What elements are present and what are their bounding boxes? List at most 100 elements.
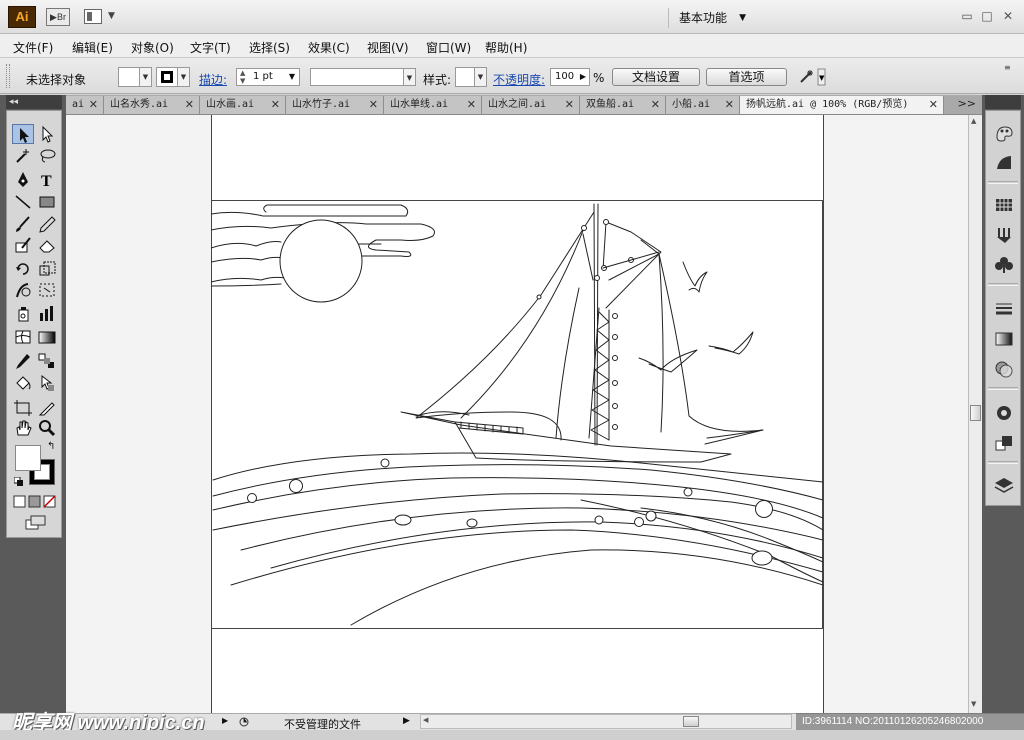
gradient-icon[interactable]: [993, 329, 1015, 349]
eyedropper-tool[interactable]: [12, 351, 34, 371]
menu-object[interactable]: 对象(O): [131, 39, 174, 56]
brush-definition-dropdown[interactable]: ▼: [404, 68, 416, 86]
close-tab-icon[interactable]: ✕: [725, 96, 734, 114]
close-tab-icon[interactable]: ✕: [185, 96, 194, 114]
swatches-icon[interactable]: [993, 195, 1015, 215]
magic-wand-tool[interactable]: [12, 146, 34, 166]
stroke-weight-field[interactable]: ▲ ▼ 1 pt ▼: [236, 68, 300, 86]
direct-selection-tool[interactable]: [36, 124, 58, 144]
scroll-up-icon[interactable]: ▲: [971, 117, 976, 125]
vertical-scrollbar[interactable]: ▲ ▼: [968, 115, 982, 713]
stroke-dropdown[interactable]: ▼: [178, 67, 190, 87]
stroke-icon[interactable]: [993, 299, 1015, 319]
document-tab[interactable]: 山水竹子.ai ✕: [286, 96, 384, 114]
close-tab-icon[interactable]: ✕: [467, 96, 476, 114]
color-guide-icon[interactable]: [993, 153, 1015, 173]
symbol-sprayer-tool[interactable]: [12, 303, 34, 323]
symbols-icon[interactable]: [993, 255, 1015, 275]
graphic-style-dropdown[interactable]: ▼: [475, 67, 487, 87]
pencil-tool[interactable]: [36, 214, 58, 234]
eraser-tool[interactable]: [36, 235, 58, 255]
brush-definition-field[interactable]: [310, 68, 404, 86]
isolate-tool-button[interactable]: ▼: [798, 68, 826, 86]
document-tab[interactable]: 山水之间.ai ✕: [482, 96, 580, 114]
menu-select[interactable]: 选择(S): [249, 39, 290, 56]
fill-color-front[interactable]: [15, 445, 41, 471]
menu-edit[interactable]: 编辑(E): [72, 39, 113, 56]
artboard-nav-icon[interactable]: ▶: [222, 716, 232, 728]
close-tab-icon[interactable]: ✕: [651, 96, 660, 114]
brushes-icon[interactable]: [993, 225, 1015, 245]
scale-tool[interactable]: [36, 259, 58, 279]
document-tab[interactable]: 小船.ai ✕: [666, 96, 740, 114]
stroke-label[interactable]: 描边:: [199, 71, 227, 88]
horizontal-scroll-thumb[interactable]: [683, 716, 699, 727]
status-menu-icon[interactable]: [238, 716, 250, 728]
panel-menu-icon[interactable]: ≡: [1004, 63, 1018, 73]
document-tab-active[interactable]: 扬帆远航.ai @ 100% (RGB/预览) ✕: [740, 96, 944, 114]
opacity-field[interactable]: 100 ▶: [550, 68, 590, 86]
document-tab[interactable]: 山水单线.ai ✕: [384, 96, 482, 114]
document-tab[interactable]: ai ✕: [66, 96, 104, 114]
fill-swatch[interactable]: [118, 67, 140, 87]
preferences-button[interactable]: 首选项: [706, 68, 787, 86]
zoom-tool[interactable]: [36, 418, 58, 438]
live-paint-bucket-tool[interactable]: [12, 373, 34, 393]
restore-button[interactable]: □: [980, 10, 994, 22]
horizontal-scrollbar[interactable]: ◀: [420, 714, 792, 729]
transparency-icon[interactable]: [993, 359, 1015, 379]
menu-view[interactable]: 视图(V): [367, 39, 409, 56]
menu-type[interactable]: 文字(T): [190, 39, 231, 56]
blob-brush-tool[interactable]: [12, 235, 34, 255]
column-graph-tool[interactable]: [36, 303, 58, 323]
fill-dropdown[interactable]: ▼: [140, 67, 152, 87]
scroll-down-icon[interactable]: ▼: [971, 700, 976, 708]
vertical-scroll-thumb[interactable]: [970, 405, 981, 421]
rectangle-tool[interactable]: [36, 192, 58, 212]
screen-mode-button[interactable]: [25, 515, 47, 531]
stroke-swatch[interactable]: [156, 67, 178, 87]
chevron-right-icon[interactable]: ▶: [580, 69, 586, 85]
graphic-style-swatch[interactable]: [455, 67, 475, 87]
slice-tool[interactable]: [36, 398, 58, 418]
warp-tool[interactable]: [12, 280, 34, 300]
swap-fill-stroke-icon[interactable]: ↰: [47, 441, 55, 452]
layers-icon[interactable]: [993, 475, 1015, 495]
rotate-tool[interactable]: [12, 259, 34, 279]
selection-tool[interactable]: [12, 124, 34, 144]
menu-effect[interactable]: 效果(C): [308, 39, 350, 56]
line-tool[interactable]: [12, 192, 34, 212]
stepper-icon[interactable]: ▲ ▼: [240, 69, 245, 85]
pen-tool[interactable]: [12, 170, 34, 190]
free-transform-tool[interactable]: [36, 280, 58, 300]
live-paint-selection-tool[interactable]: [36, 373, 58, 393]
paintbrush-tool[interactable]: [12, 214, 34, 234]
close-tab-icon[interactable]: ✕: [271, 96, 280, 114]
menu-file[interactable]: 文件(F): [13, 39, 53, 56]
scroll-left-icon[interactable]: ◀: [423, 716, 428, 724]
hand-tool[interactable]: [12, 418, 34, 438]
close-tab-icon[interactable]: ✕: [89, 96, 98, 114]
artboard-tool[interactable]: [12, 398, 34, 418]
default-fill-stroke-icon[interactable]: [13, 476, 24, 487]
document-tab[interactable]: 山名水秀.ai ✕: [104, 96, 200, 114]
status-dropdown-icon[interactable]: ▶: [403, 716, 410, 726]
panel-dock-header[interactable]: [985, 95, 1021, 109]
appearance-icon[interactable]: [993, 403, 1015, 423]
menu-window[interactable]: 窗口(W): [426, 39, 471, 56]
lasso-tool[interactable]: [36, 146, 58, 166]
blend-tool[interactable]: [36, 351, 58, 371]
document-tab[interactable]: 双鱼船.ai ✕: [580, 96, 666, 114]
document-tab[interactable]: 山水画.ai ✕: [200, 96, 286, 114]
more-tabs-button[interactable]: >>: [958, 97, 976, 110]
close-tab-icon[interactable]: ✕: [369, 96, 378, 114]
document-setup-button[interactable]: 文档设置: [612, 68, 700, 86]
minimize-button[interactable]: ▭: [960, 10, 974, 22]
artwork-sailing-ship[interactable]: [211, 200, 823, 629]
menu-help[interactable]: 帮助(H): [485, 39, 527, 56]
type-tool[interactable]: T: [36, 170, 58, 190]
arrange-documents-button[interactable]: ▼: [84, 9, 118, 25]
opacity-label[interactable]: 不透明度:: [493, 71, 545, 88]
bridge-button[interactable]: ▶Br: [46, 8, 70, 26]
toolbox-header[interactable]: ◂◂: [6, 95, 62, 109]
